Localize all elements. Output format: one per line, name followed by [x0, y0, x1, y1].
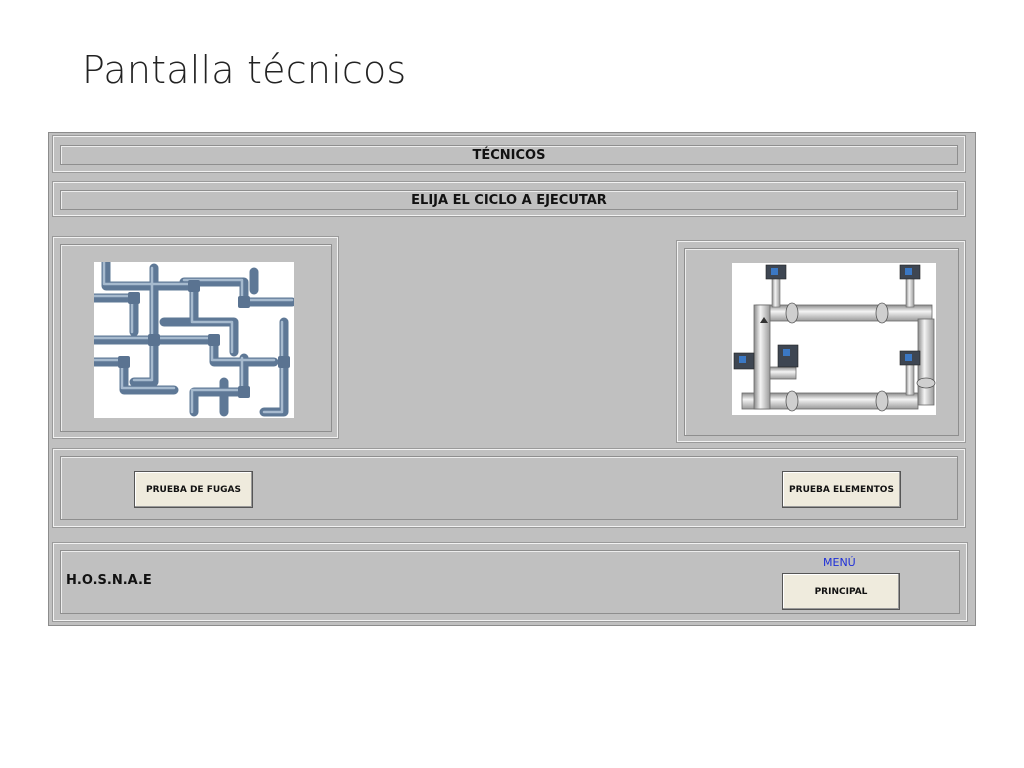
leak-test-image-panel: [52, 236, 339, 439]
subheader-title: ELIJA EL CICLO A EJECUTAR: [60, 190, 958, 210]
hmi-screen: TÉCNICOS ELIJA EL CICLO A EJECUTAR PRUEB…: [48, 132, 976, 626]
brand-label: H.O.S.N.A.E: [66, 573, 152, 588]
pipes-icon: [94, 262, 294, 417]
menu-label: MENÚ: [823, 556, 856, 569]
slide-title: Pantalla técnicos: [82, 48, 407, 92]
buttons-frame: PRUEBA DE FUGAS PRUEBA ELEMENTOS: [52, 448, 966, 528]
buttons-inner: PRUEBA DE FUGAS PRUEBA ELEMENTOS: [60, 456, 958, 520]
header-frame: TÉCNICOS: [52, 135, 966, 173]
valve-manifold-illustration: [732, 263, 936, 415]
subheader-frame: ELIJA EL CICLO A EJECUTAR: [52, 181, 966, 217]
valve-manifold-icon: [733, 264, 936, 412]
leak-test-image-inner: [60, 244, 332, 432]
elements-test-button[interactable]: PRUEBA ELEMENTOS: [782, 471, 901, 508]
main-menu-button[interactable]: PRINCIPAL: [782, 573, 900, 610]
elements-test-image-panel: [676, 240, 966, 443]
pipes-network-illustration: [94, 262, 294, 418]
leak-test-button[interactable]: PRUEBA DE FUGAS: [134, 471, 253, 508]
elements-test-image-inner: [684, 248, 959, 436]
header-title: TÉCNICOS: [60, 145, 958, 165]
